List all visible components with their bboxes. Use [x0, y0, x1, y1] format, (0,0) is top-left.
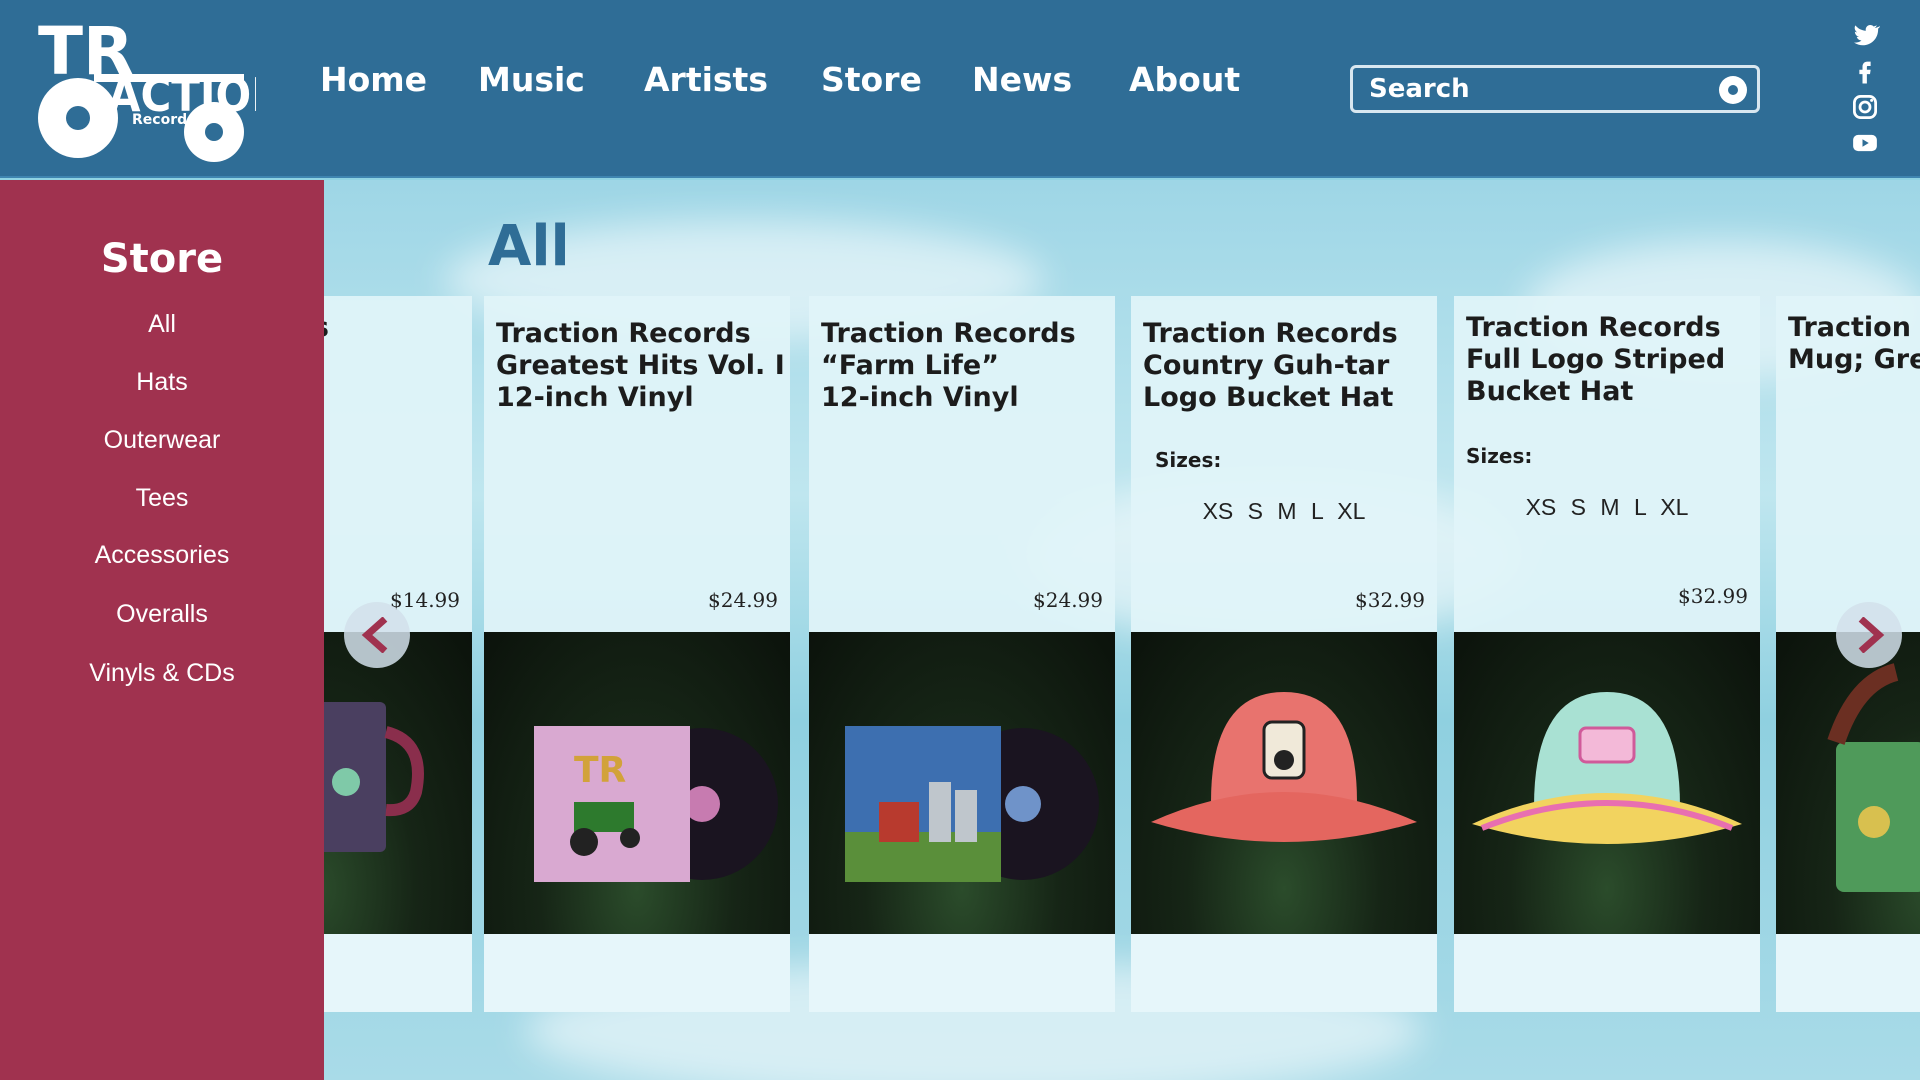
product-title: Traction Records Country Guh-tar Logo Bu… — [1143, 318, 1398, 413]
product-card[interactable]: Traction Records Full Logo Striped Bucke… — [1454, 296, 1760, 1012]
traction-records-logo[interactable]: TR ACTION Records — [36, 14, 256, 164]
sidebar-item-outerwear[interactable]: Outerwear — [0, 426, 324, 455]
card-footer — [484, 934, 790, 1012]
product-title: Traction I Mug; Gre — [1788, 312, 1920, 375]
card-footer — [809, 934, 1115, 1012]
chevron-right-icon — [1858, 617, 1885, 653]
store-sidebar: Store All Hats Outerwear Tees Accessorie… — [0, 180, 324, 1080]
product-image — [809, 632, 1115, 934]
product-price: $32.99 — [1678, 584, 1748, 608]
nav-news[interactable]: News — [972, 60, 1072, 99]
search-box — [1350, 65, 1760, 113]
product-price: $14.99 — [390, 588, 460, 612]
sizes-label: Sizes: — [1466, 444, 1533, 468]
nav-store[interactable]: Store — [821, 48, 922, 114]
facebook-icon[interactable] — [1850, 56, 1880, 86]
page-title: All — [488, 214, 570, 279]
product-title: Traction Records Full Logo Striped Bucke… — [1466, 312, 1726, 407]
card-footer — [1454, 934, 1760, 1012]
sidebar-item-tees[interactable]: Tees — [0, 484, 324, 513]
vinyl-farm-life-icon — [845, 726, 1099, 882]
nav-about[interactable]: About — [1129, 60, 1240, 99]
nav-music[interactable]: Music — [478, 60, 585, 99]
size-options[interactable]: XS S M L XL — [1454, 494, 1760, 521]
vinyl-greatest-hits-icon: TR — [534, 726, 778, 882]
card-footer — [1776, 934, 1920, 1012]
product-price: $32.99 — [1355, 588, 1425, 612]
sidebar-item-hats[interactable]: Hats — [0, 368, 324, 397]
nav-home[interactable]: Home — [320, 60, 427, 99]
product-image — [324, 632, 472, 934]
mug-green-icon — [1827, 663, 1920, 892]
size-options[interactable]: XS S M L XL — [1131, 498, 1437, 525]
product-card[interactable]: Traction Records Country Guh-tar Logo Bu… — [1131, 296, 1437, 1012]
carousel-prev-button[interactable] — [344, 602, 410, 668]
sidebar-item-accessories[interactable]: Accessories — [0, 541, 324, 570]
product-image — [1131, 632, 1437, 934]
youtube-icon[interactable] — [1850, 128, 1880, 158]
mug-icon — [324, 702, 424, 852]
store-main: All n Records rown $14.99 Traction Recor… — [324, 180, 1920, 1080]
twitter-icon[interactable] — [1850, 20, 1880, 50]
card-footer — [1131, 934, 1437, 1012]
svg-text:TR: TR — [574, 750, 626, 791]
product-price: $24.99 — [708, 588, 778, 612]
search-button-icon[interactable] — [1719, 76, 1747, 104]
product-title: n Records rown — [324, 312, 468, 376]
product-image: TR — [484, 632, 790, 934]
instagram-icon[interactable] — [1850, 92, 1880, 122]
product-image — [1776, 632, 1920, 934]
product-title: Traction Records “Farm Life” 12-inch Vin… — [821, 318, 1076, 413]
product-title: Traction Records Greatest Hits Vol. I 12… — [496, 318, 785, 413]
product-price: $24.99 — [1033, 588, 1103, 612]
carousel-next-button[interactable] — [1836, 602, 1902, 668]
nav-artists[interactable]: Artists — [644, 60, 768, 99]
card-footer — [324, 934, 472, 1012]
social-links — [1850, 20, 1880, 164]
search-input[interactable] — [1369, 74, 1709, 104]
bucket-hat-red-icon — [1151, 692, 1417, 842]
product-card[interactable]: Traction Records “Farm Life” 12-inch Vin… — [809, 296, 1115, 1012]
product-image — [1454, 632, 1760, 934]
chevron-left-icon — [361, 617, 388, 653]
sizes-label: Sizes: — [1155, 448, 1222, 472]
bucket-hat-striped-icon — [1472, 692, 1742, 844]
sidebar-item-vinyls-cds[interactable]: Vinyls & CDs — [0, 659, 324, 688]
product-card[interactable]: Traction Records Greatest Hits Vol. I 12… — [484, 296, 790, 1012]
site-header: TR ACTION Records Home Music Artists Sto… — [0, 0, 1920, 178]
sidebar-title: Store — [100, 236, 224, 282]
svg-text:Records: Records — [132, 112, 195, 128]
sidebar-item-all[interactable]: All — [0, 310, 324, 339]
sidebar-item-overalls[interactable]: Overalls — [0, 600, 324, 629]
